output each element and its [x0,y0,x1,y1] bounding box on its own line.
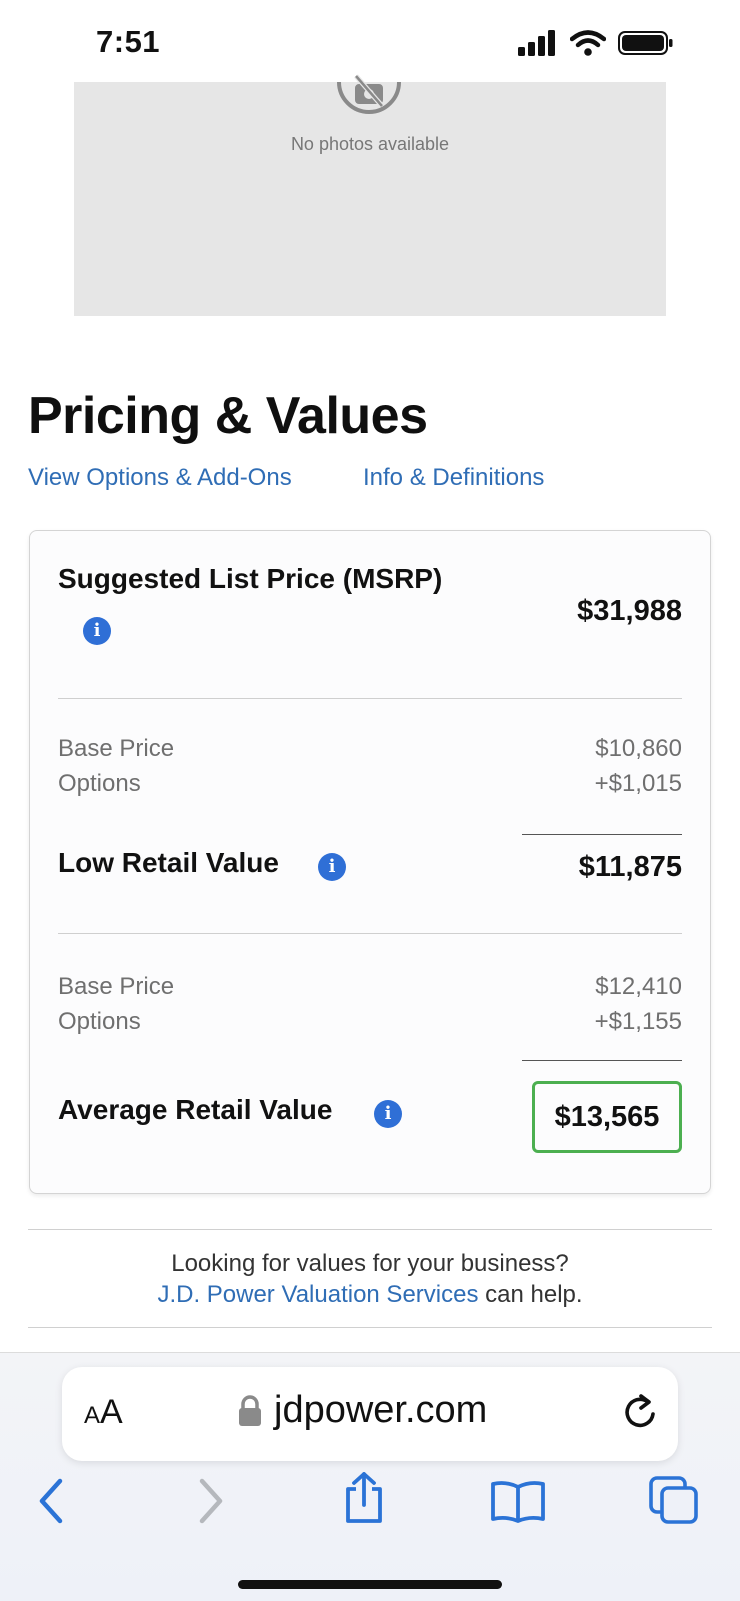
average-retail-label: Average Retail Value [58,1094,333,1125]
divider [58,698,682,699]
avg-options-value: +$1,155 [594,1008,682,1035]
status-icons [518,30,674,56]
photo-placeholder: No photos available [74,74,666,316]
info-definitions-link[interactable]: Info & Definitions [363,464,544,492]
page-title: Pricing & Values [28,387,428,445]
status-bar: 7:51 [0,0,740,82]
no-photo-icon [337,74,401,114]
forward-icon[interactable] [196,1477,226,1525]
valuation-services-link[interactable]: J.D. Power Valuation Services [157,1281,478,1308]
view-options-link[interactable]: View Options & Add-Ons [28,464,292,492]
msrp-info-icon[interactable]: i [83,617,111,645]
reload-icon[interactable] [622,1393,658,1433]
url-text: jdpower.com [274,1389,488,1431]
browser-toolbar: AA jdpower.com [0,1352,740,1601]
text-size-small: A [84,1402,101,1429]
promo-text: Looking for values for your business? [171,1250,569,1277]
promo-line2: J.D. Power Valuation Services can help. [0,1279,740,1310]
share-icon[interactable] [342,1471,386,1525]
home-indicator [238,1580,502,1589]
sum-divider [522,834,682,835]
low-retail-info-icon[interactable]: i [318,853,346,881]
address-bar[interactable]: AA jdpower.com [62,1367,678,1461]
low-options-value: +$1,015 [594,770,682,797]
text-size-large: A [100,1393,123,1431]
cellular-signal-icon [518,30,555,56]
wifi-icon [570,30,606,56]
average-retail-info-icon[interactable]: i [374,1100,402,1128]
average-retail-value: $13,565 [554,1100,660,1133]
low-retail-value: $11,875 [578,851,682,883]
business-promo: Looking for values for your business? J.… [0,1248,740,1310]
msrp-value: $31,988 [577,595,682,627]
avg-options-label: Options [58,1008,141,1035]
no-photos-text: No photos available [290,134,450,154]
low-base-price-label: Base Price [58,735,175,762]
back-icon[interactable] [36,1477,66,1525]
divider [58,933,682,934]
low-base-price-value: $10,860 [595,735,682,762]
sum-divider [522,1060,682,1061]
battery-icon [618,31,673,55]
bookmarks-icon[interactable] [490,1479,546,1523]
url-display[interactable]: jdpower.com [238,1389,487,1432]
status-time: 7:51 [96,24,161,59]
pricing-card: Suggested List Price (MSRP) i $31,988 Ba… [29,530,711,1194]
text-size-button[interactable]: AA [84,1393,123,1432]
msrp-label: Suggested List Price (MSRP) [58,563,443,594]
divider [28,1229,712,1230]
promo-suffix: can help. [478,1281,583,1308]
lock-icon [239,1394,261,1426]
low-options-label: Options [58,770,141,797]
tabs-icon[interactable] [648,1475,700,1525]
low-retail-label: Low Retail Value [58,847,279,878]
avg-base-price-value: $12,410 [595,973,682,1000]
nav-toolbar [0,1472,740,1537]
average-retail-highlight: $13,565 [532,1081,682,1153]
avg-base-price-label: Base Price [58,973,175,1000]
divider [28,1327,712,1328]
